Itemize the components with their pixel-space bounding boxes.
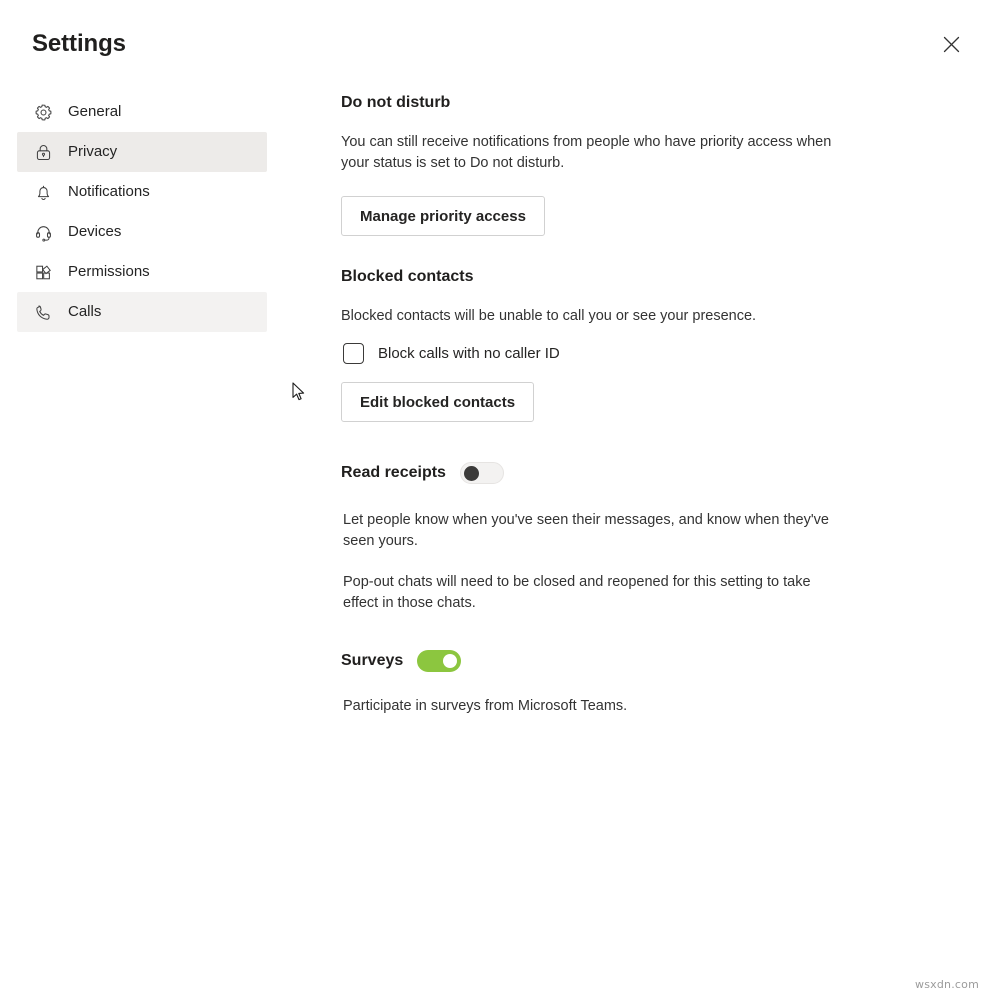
block-no-caller-id-label: Block calls with no caller ID — [378, 345, 560, 362]
block-no-caller-id-checkbox[interactable] — [343, 343, 364, 364]
mouse-cursor — [292, 382, 306, 402]
sidebar-item-permissions[interactable]: Permissions — [17, 252, 267, 292]
lock-icon — [33, 142, 53, 162]
sidebar-item-devices[interactable]: Devices — [17, 212, 267, 252]
read-receipts-description-2: Pop-out chats will need to be closed and… — [343, 574, 811, 611]
section-read-receipts: Read receipts Let people know when you'v… — [341, 462, 901, 614]
permissions-icon — [33, 262, 53, 282]
do-not-disturb-description: You can still receive notifications from… — [341, 134, 832, 171]
phone-icon — [33, 302, 53, 322]
do-not-disturb-heading: Do not disturb — [341, 94, 451, 111]
section-surveys: Surveys Participate in surveys from Micr… — [341, 650, 901, 717]
sidebar-item-general[interactable]: General — [17, 92, 267, 132]
sidebar-item-label: Calls — [68, 303, 102, 320]
toggle-knob — [443, 654, 458, 668]
sidebar-item-notifications[interactable]: Notifications — [17, 172, 267, 212]
read-receipts-header-row: Read receipts — [341, 462, 901, 484]
section-blocked-contacts: Blocked contacts Blocked contacts will b… — [341, 266, 901, 422]
sidebar-item-label: Devices — [68, 223, 122, 240]
gear-icon — [33, 102, 53, 122]
toggle-knob — [463, 466, 479, 481]
edit-blocked-contacts-button[interactable]: Edit blocked contacts — [341, 382, 535, 422]
surveys-heading: Surveys — [341, 652, 404, 669]
sidebar-item-privacy[interactable]: Privacy — [17, 132, 267, 172]
settings-window: Settings General Privacy Notifications D… — [0, 0, 987, 995]
settings-sidebar: General Privacy Notifications Devices Pe… — [17, 92, 267, 332]
sidebar-item-label: Notifications — [68, 183, 150, 200]
headset-icon — [33, 222, 53, 242]
read-receipts-description-1: Let people know when you've seen their m… — [343, 512, 829, 549]
blocked-contacts-description: Blocked contacts will be unable to call … — [341, 308, 757, 324]
manage-priority-access-button[interactable]: Manage priority access — [341, 196, 545, 236]
close-icon — [943, 36, 960, 53]
watermark: wsxdn.com — [915, 978, 979, 991]
read-receipts-toggle[interactable] — [459, 462, 504, 484]
surveys-toggle[interactable] — [417, 650, 462, 672]
sidebar-item-label: Privacy — [68, 143, 118, 160]
blocked-contacts-heading: Blocked contacts — [341, 268, 474, 285]
settings-content-privacy: Do not disturb You can still receive not… — [341, 92, 901, 717]
sidebar-item-calls[interactable]: Calls — [17, 292, 267, 332]
sidebar-item-label: Permissions — [68, 263, 150, 280]
bell-icon — [33, 182, 53, 202]
sidebar-item-label: General — [68, 103, 122, 120]
section-do-not-disturb: Do not disturb You can still receive not… — [341, 92, 901, 236]
read-receipts-heading: Read receipts — [341, 464, 446, 481]
page-title: Settings — [32, 30, 126, 57]
window-header: Settings — [0, 0, 987, 88]
surveys-header-row: Surveys — [341, 650, 901, 672]
block-no-caller-id-row[interactable]: Block calls with no caller ID — [343, 343, 901, 364]
close-button[interactable] — [933, 26, 969, 62]
surveys-description: Participate in surveys from Microsoft Te… — [343, 698, 628, 714]
